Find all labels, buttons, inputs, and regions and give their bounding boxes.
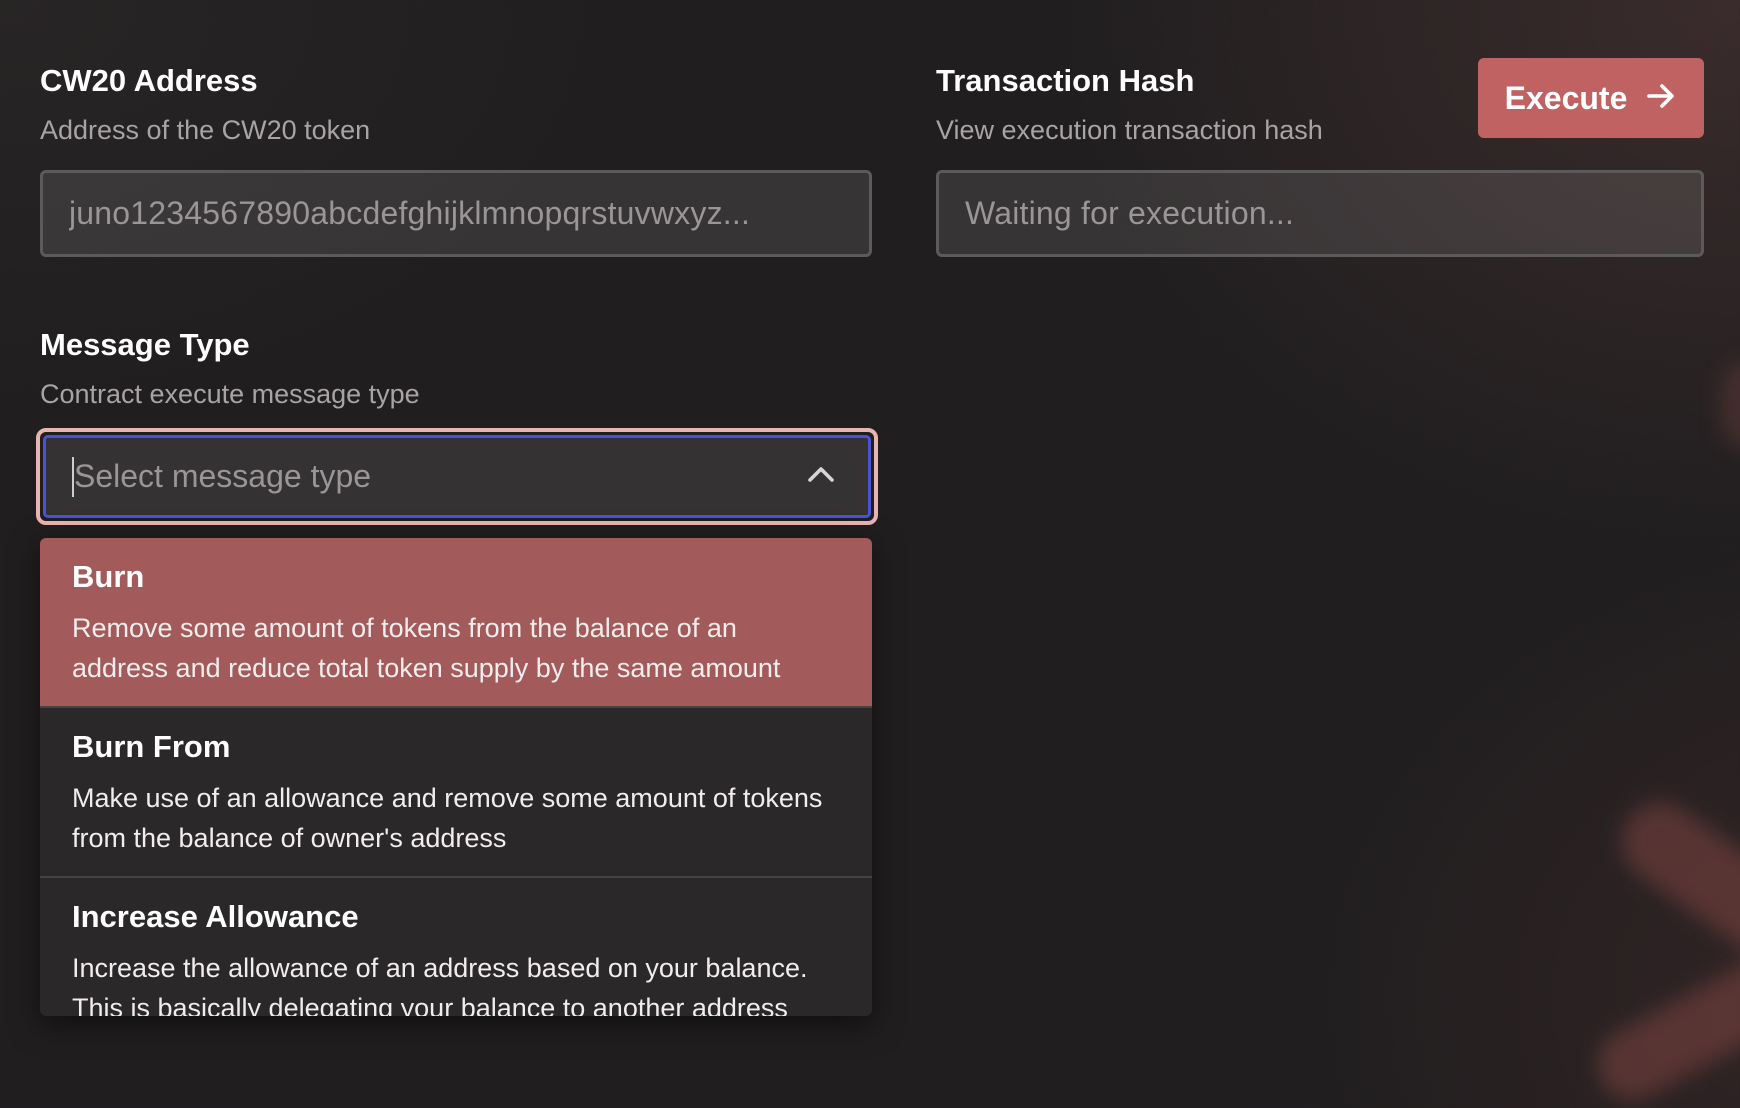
option-title: Burn [72,559,145,594]
option-burn-from[interactable]: Burn From Make use of an allowance and r… [40,708,872,878]
execute-button[interactable]: Execute [1478,58,1704,138]
background-decoration [1584,918,1740,1108]
chevron-up-icon[interactable] [804,457,838,496]
message-type-select[interactable]: Select message type [43,435,871,518]
message-type-title: Message Type [40,327,250,362]
transaction-hash-value: Waiting for execution... [965,195,1295,231]
transaction-hash-description: View execution transaction hash [936,115,1323,145]
message-type-placeholder: Select message type [74,458,372,494]
arrow-right-icon [1645,80,1677,117]
execute-button-label: Execute [1504,79,1628,116]
option-description: Make use of an allowance and remove some… [72,783,823,853]
transaction-hash-title: Transaction Hash [936,63,1195,98]
cw20-address-input[interactable]: juno1234567890abcdefghijklmnopqrstuvwxyz… [40,170,872,257]
option-description: Remove some amount of tokens from the ba… [72,613,781,683]
background-decoration [1606,787,1740,1001]
cw20-address-title: CW20 Address [40,63,258,98]
cw20-address-description: Address of the CW20 token [40,115,371,145]
cw20-address-field-header: CW20 Address Address of the CW20 token [40,62,370,147]
option-increase-allowance[interactable]: Increase Allowance Increase the allowanc… [40,878,872,1016]
option-title: Burn From [72,729,231,764]
message-type-description: Contract execute message type [40,379,420,409]
option-burn[interactable]: Burn Remove some amount of tokens from t… [40,538,872,708]
cw20-address-value: juno1234567890abcdefghijklmnopqrstuvwxyz… [69,195,751,231]
transaction-hash-field-header: Transaction Hash View execution transact… [936,62,1323,147]
background-decoration [1720,360,1740,450]
message-type-dropdown: Burn Remove some amount of tokens from t… [40,538,872,1016]
message-type-field-header: Message Type Contract execute message ty… [40,326,420,411]
option-description: Increase the allowance of an address bas… [72,953,808,1016]
message-type-select-focus-ring: Select message type [36,428,878,525]
option-title: Increase Allowance [72,899,359,934]
transaction-hash-input[interactable]: Waiting for execution... [936,170,1704,257]
